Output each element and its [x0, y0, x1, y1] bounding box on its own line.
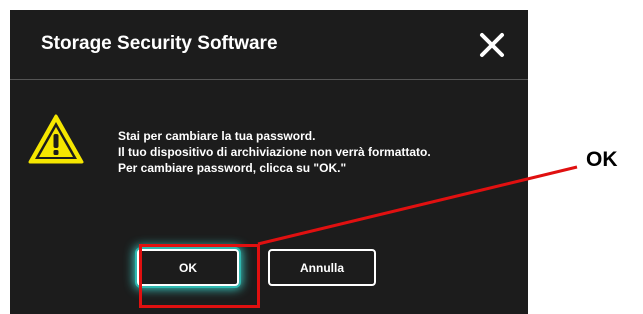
- ok-button-highlight: [139, 244, 260, 308]
- cancel-button[interactable]: Annulla: [268, 249, 376, 286]
- close-icon[interactable]: [477, 30, 507, 60]
- message-line: Il tuo dispositivo di archiviazione non …: [118, 145, 431, 159]
- dialog-title: Storage Security Software: [41, 33, 278, 54]
- dialog-message: Stai per cambiare la tua password. Il tu…: [118, 128, 431, 176]
- message-line: Stai per cambiare la tua password.: [118, 129, 316, 143]
- message-line: Per cambiare password, clicca su "OK.": [118, 161, 347, 175]
- warning-icon: [27, 113, 85, 165]
- dialog-titlebar: Storage Security Software: [10, 10, 528, 80]
- annotation-label: OK: [586, 148, 618, 171]
